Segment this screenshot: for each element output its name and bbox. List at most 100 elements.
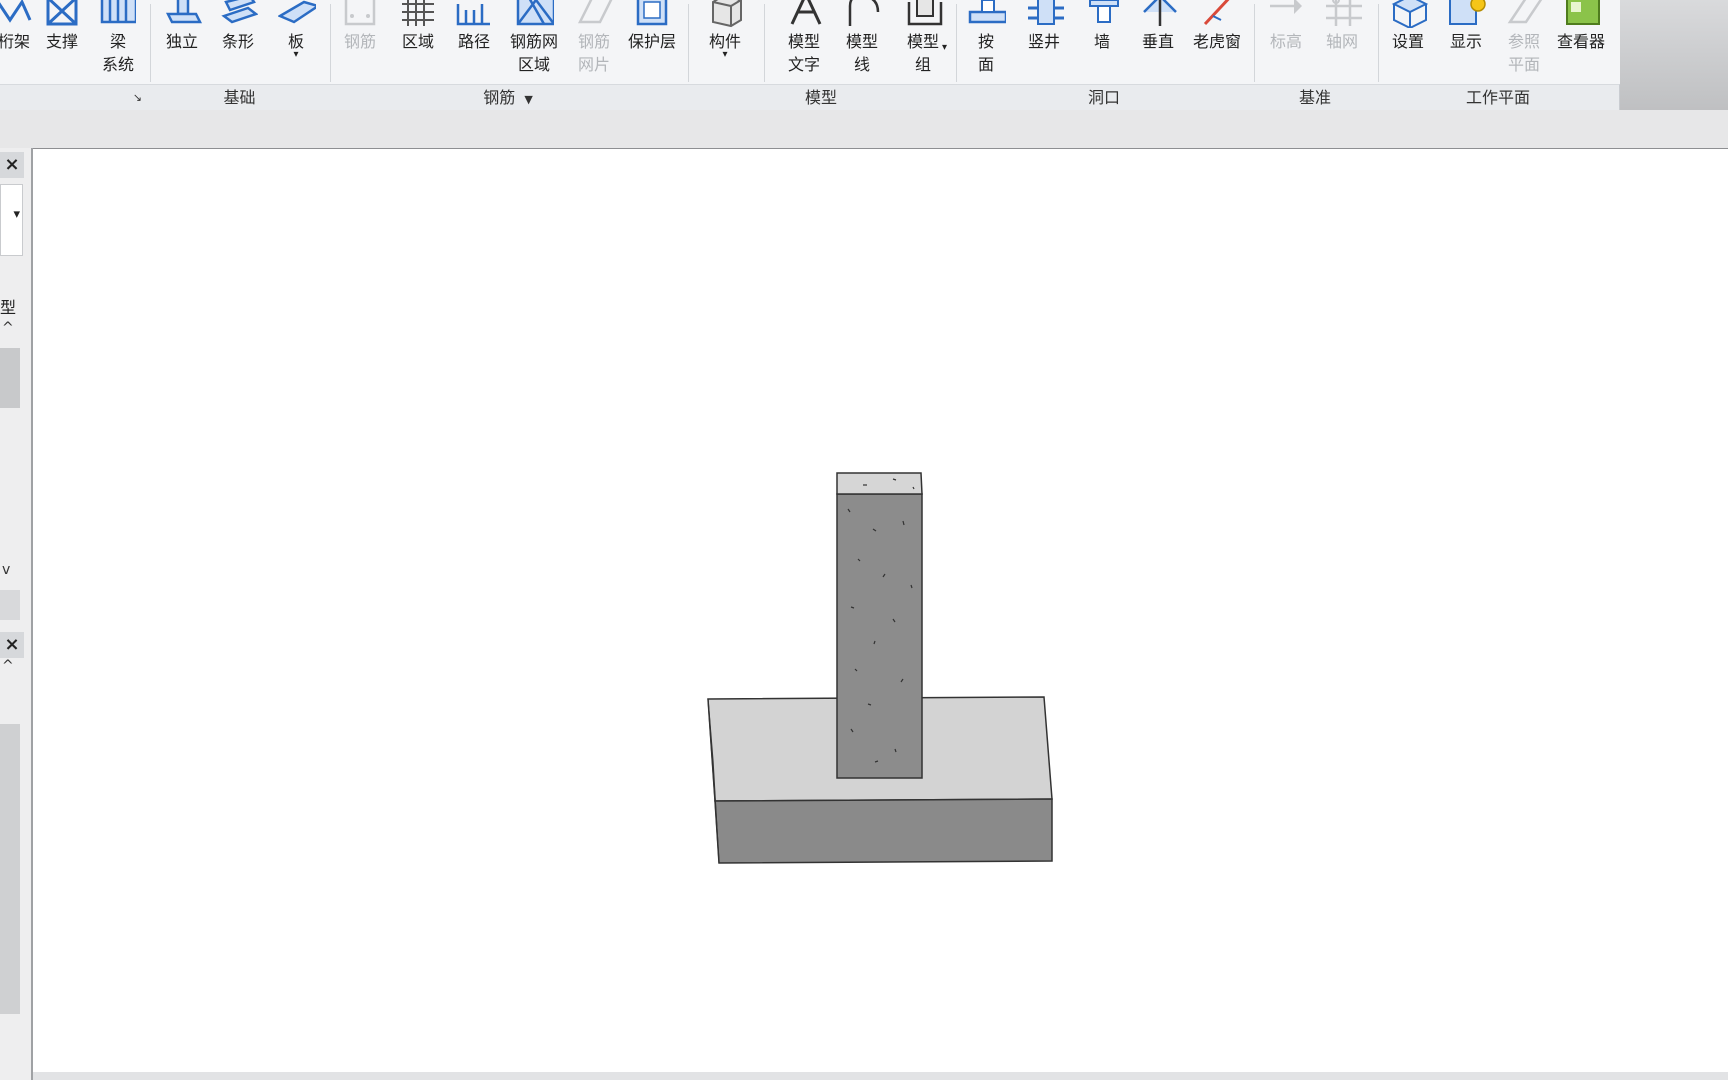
ribbon-separator (1378, 4, 1379, 82)
model-line-button[interactable]: 模型 线 (840, 0, 884, 84)
level-label: 标高 (1269, 32, 1302, 51)
close-icon[interactable]: × (0, 632, 24, 658)
wall-foundation-label: 条形 (221, 32, 254, 51)
ribbon: 桁架 支撑 梁 系统 独立 条形 板 ▾ 钢筋 区域 路径 钢筋网 区域 钢筋 … (0, 0, 1620, 111)
ribbon-background-right (1620, 0, 1728, 110)
model-line-label-2: 线 (853, 55, 870, 74)
area-reinforcement-button[interactable]: 区域 (396, 0, 440, 84)
fabric-sheet-button[interactable]: 钢筋 网片 (572, 0, 616, 84)
ref-plane-icon (1504, 0, 1544, 30)
cover-button[interactable]: 保护层 (624, 0, 680, 84)
panel-foundation: 基础 (150, 84, 330, 111)
panel-launcher-icon[interactable]: ↘ (133, 85, 142, 111)
vertical-label: 垂直 (1141, 32, 1174, 51)
model-line-label: 模型 (845, 32, 878, 51)
ribbon-separator (150, 4, 151, 82)
shaft-button[interactable]: 竖井 (1022, 0, 1066, 84)
ribbon-separator (688, 4, 689, 82)
view-tab-strip (0, 110, 1728, 149)
component-button[interactable]: 构件 ▾ (700, 0, 750, 84)
by-face-label: 按 (977, 32, 994, 51)
scroll-up-icon[interactable]: ^ (2, 658, 14, 674)
area-label: 区域 (401, 32, 434, 51)
shaft-icon (1024, 0, 1064, 30)
3d-view-canvas[interactable] (33, 149, 1728, 1072)
beam-system-label-2: 系统 (101, 55, 134, 74)
show-workplane-button[interactable]: 显示 (1444, 0, 1488, 84)
fabric-sheet-icon (574, 0, 614, 30)
by-face-label-2: 面 (977, 55, 994, 74)
browser-scrollbar[interactable] (0, 724, 20, 1014)
properties-scrollbar-track[interactable] (0, 590, 20, 620)
show-label: 显示 (1449, 32, 1482, 51)
dormer-button[interactable]: 老虎窗 (1188, 0, 1246, 84)
model-line-icon (842, 0, 882, 30)
grid-button[interactable]: 轴网 (1320, 0, 1364, 84)
ribbon-separator (764, 4, 765, 82)
path-reinforcement-button[interactable]: 路径 (452, 0, 496, 84)
beam-system-label: 梁 (109, 32, 126, 51)
close-icon[interactable]: × (0, 152, 24, 178)
chevron-down-icon[interactable]: ▾ (274, 50, 318, 60)
chevron-down-icon[interactable]: ▼ (524, 93, 532, 106)
model-group-label-2: 组 (914, 55, 931, 74)
grid-label: 轴网 (1325, 32, 1358, 51)
viewer-label: 查看器 (1556, 32, 1605, 51)
wall-opening-icon (1082, 0, 1122, 30)
panel-workplane: 工作平面 (1377, 84, 1620, 111)
slab-foundation-button[interactable]: 板 ▾ (274, 0, 318, 84)
properties-scrollbar[interactable] (0, 348, 20, 408)
ribbon-separator (1254, 4, 1255, 82)
model-text-label-2: 文字 (787, 55, 820, 74)
footing-front-face (714, 798, 1053, 864)
scroll-down-icon[interactable]: v (2, 562, 10, 578)
grid-icon (1322, 0, 1362, 30)
rebar-icon (340, 0, 380, 30)
beam-system-icon (98, 0, 138, 30)
model-text-button[interactable]: 模型 文字 (782, 0, 826, 84)
scroll-up-icon[interactable]: ^ (2, 320, 14, 336)
ribbon-separator (330, 4, 331, 82)
viewer-icon (1561, 0, 1601, 30)
rebar-label: 钢筋 (343, 32, 376, 51)
wall-opening-button[interactable]: 墙 (1080, 0, 1124, 84)
chevron-down-icon[interactable]: ▾ (700, 50, 750, 60)
fabric-area-button[interactable]: 钢筋网 区域 (504, 0, 564, 84)
wall-foundation-icon (218, 0, 258, 30)
isolated-foundation-icon (162, 0, 202, 30)
column-front-face (836, 493, 923, 779)
dormer-icon (1197, 0, 1237, 30)
wall-foundation-button[interactable]: 条形 (216, 0, 260, 84)
panel-opening: 洞口 (955, 84, 1254, 111)
model-group-button[interactable]: 模型 组 (898, 0, 948, 84)
fabric-sheet-label-2: 网片 (577, 55, 610, 74)
chevron-down-icon[interactable]: ▾ (13, 207, 20, 222)
truss-icon (0, 0, 34, 30)
cover-icon (632, 0, 672, 30)
area-icon (398, 0, 438, 30)
level-icon (1266, 0, 1306, 30)
panel-reinforcement[interactable]: 钢筋 ▼ (329, 84, 688, 111)
fabric-area-icon (514, 0, 554, 30)
wall-opening-label: 墙 (1093, 32, 1110, 51)
viewer-button[interactable]: 查看器 (1552, 0, 1610, 84)
by-face-icon (966, 0, 1006, 30)
level-button[interactable]: 标高 (1264, 0, 1308, 84)
ref-plane-button[interactable]: 参照 平面 (1502, 0, 1546, 84)
panel-structure: ↘ (0, 84, 151, 111)
by-face-button[interactable]: 按 面 (964, 0, 1008, 84)
set-workplane-button[interactable]: 设置 (1386, 0, 1430, 84)
chevron-down-icon[interactable]: ▾ (942, 42, 947, 53)
panel-reinforcement-title: 钢筋 (483, 88, 516, 107)
rebar-button[interactable]: 钢筋 (338, 0, 382, 84)
isolated-foundation-label: 独立 (165, 32, 198, 51)
vertical-opening-button[interactable]: 垂直 (1134, 0, 1182, 84)
model-text-label: 模型 (787, 32, 820, 51)
isolated-foundation-button[interactable]: 独立 (160, 0, 204, 84)
panel-datum: 基准 (1253, 84, 1378, 111)
truss-button[interactable]: 桁架 (0, 0, 36, 84)
brace-button[interactable]: 支撑 (42, 0, 82, 84)
beam-system-button[interactable]: 梁 系统 (96, 0, 140, 84)
brace-label: 支撑 (45, 32, 78, 51)
type-selector[interactable]: ▾ (0, 184, 23, 256)
